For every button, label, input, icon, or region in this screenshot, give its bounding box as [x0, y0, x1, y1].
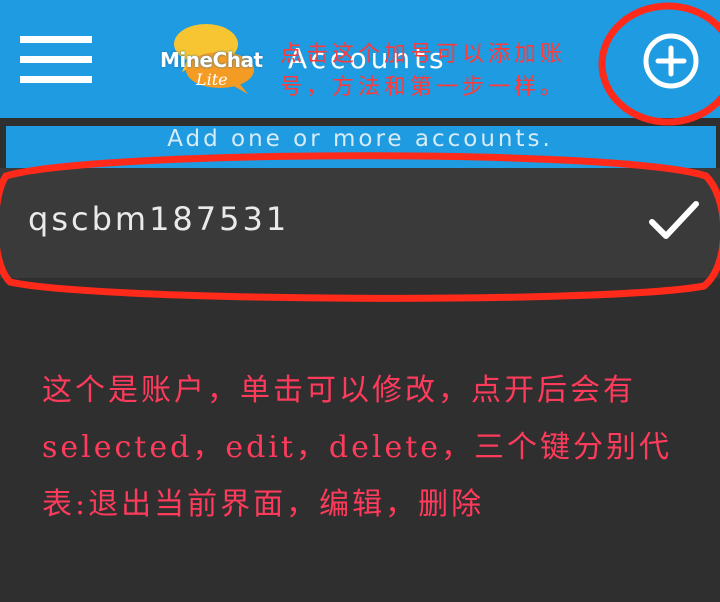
add-account-button[interactable] [640, 30, 702, 92]
app-logo: MineChat Lite [158, 22, 276, 98]
hamburger-menu-icon[interactable] [20, 36, 92, 86]
hint-text: Add one or more accounts. [167, 126, 553, 152]
page-title: Accounts [288, 42, 448, 75]
menu-line [20, 56, 92, 63]
checkmark-icon [649, 201, 699, 239]
menu-line [20, 76, 92, 83]
plus-circle-icon [643, 33, 699, 89]
logo-name: MineChat [160, 48, 263, 72]
account-name: qscbm187531 [28, 200, 290, 238]
account-list-item[interactable]: qscbm187531 [0, 168, 720, 278]
app-bar: MineChat Lite Accounts [0, 0, 720, 118]
logo-subtitle: Lite [196, 70, 228, 89]
menu-line [20, 36, 92, 43]
annotation-text-account: 这个是账户，单击可以修改，点开后会有selected，edit，delete，三… [42, 373, 673, 522]
hint-banner: Add one or more accounts. [0, 118, 720, 168]
accounts-screen: MineChat Lite Accounts Add one or more a… [0, 0, 720, 602]
